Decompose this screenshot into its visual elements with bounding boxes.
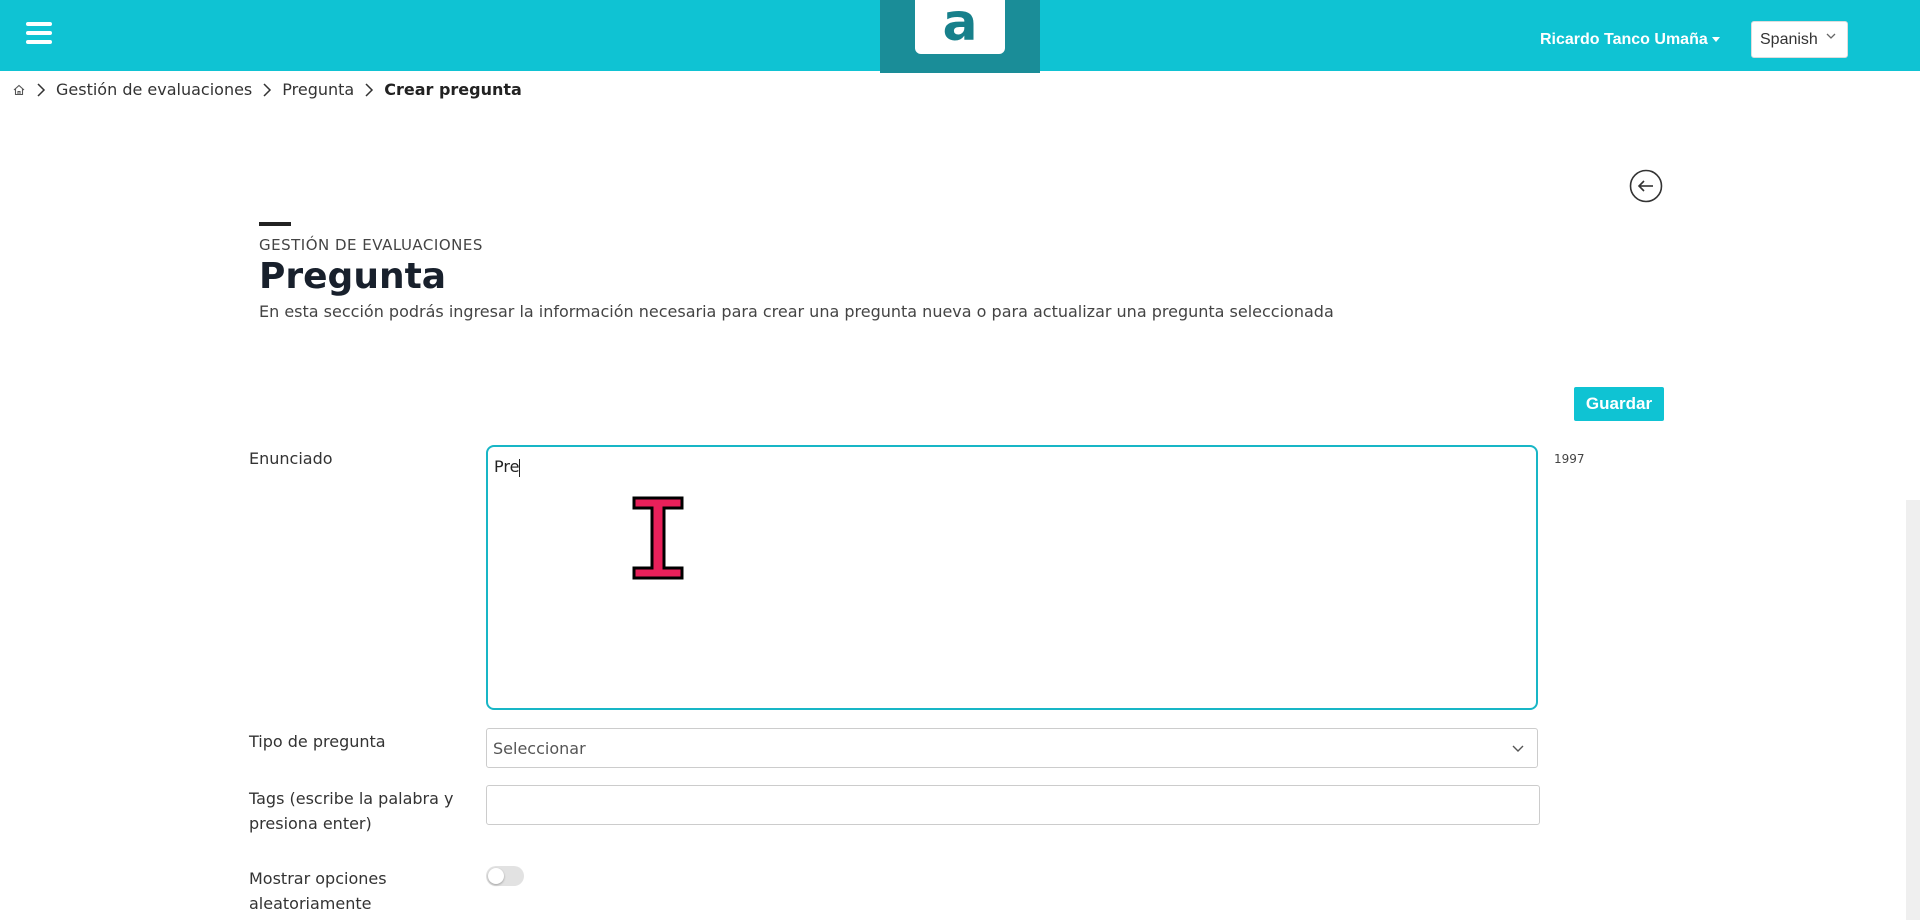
random-options-label-line-2: aleatoriamente xyxy=(249,894,372,913)
chevron-right-icon xyxy=(262,82,272,97)
page-title: Pregunta xyxy=(259,256,447,297)
menu-icon[interactable] xyxy=(26,22,52,44)
chevron-down-icon xyxy=(1826,33,1836,39)
breadcrumb-link-evaluations[interactable]: Gestión de evaluaciones xyxy=(56,80,252,99)
statement-text: Pre xyxy=(494,457,520,476)
toggle-knob xyxy=(488,868,504,884)
breadcrumb-current: Crear pregunta xyxy=(384,80,522,99)
back-arrow-icon[interactable] xyxy=(1629,169,1663,203)
page-description: En esta sección podrás ingresar la infor… xyxy=(259,302,1334,321)
statement-label: Enunciado xyxy=(249,449,333,468)
save-button[interactable]: Guardar xyxy=(1574,387,1664,421)
chevron-right-icon xyxy=(364,82,374,97)
question-type-label: Tipo de pregunta xyxy=(249,732,386,751)
user-menu[interactable]: Ricardo Tanco Umaña xyxy=(1540,31,1720,49)
language-select[interactable]: Spanish xyxy=(1751,21,1848,58)
text-caret xyxy=(519,458,521,477)
random-options-toggle[interactable] xyxy=(486,866,524,886)
breadcrumb: Gestión de evaluaciones Pregunta Crear p… xyxy=(12,80,522,99)
breadcrumb-link-question[interactable]: Pregunta xyxy=(282,80,354,99)
random-options-label-line-1: Mostrar opciones xyxy=(249,869,387,888)
title-accent-bar xyxy=(259,222,291,226)
ibeam-cursor-icon xyxy=(632,496,684,580)
logo[interactable]: a xyxy=(880,0,1040,73)
user-name: Ricardo Tanco Umaña xyxy=(1540,31,1708,48)
tags-label: Tags (escribe la palabra y presiona ente… xyxy=(249,786,453,836)
top-bar: a Ricardo Tanco Umaña Spanish xyxy=(0,0,1920,73)
section-overline: GESTIÓN DE EVALUACIONES xyxy=(259,236,483,254)
language-value: Spanish xyxy=(1760,31,1818,48)
random-options-label: Mostrar opciones aleatoriamente xyxy=(249,866,387,916)
chevron-right-icon xyxy=(36,82,46,97)
tags-label-line-2: presiona enter) xyxy=(249,814,372,833)
logo-letter: a xyxy=(915,0,1005,54)
tags-label-line-1: Tags (escribe la palabra y xyxy=(249,789,454,808)
caret-down-icon xyxy=(1711,37,1720,43)
question-type-value: Seleccionar xyxy=(493,739,586,758)
question-type-select[interactable]: Seleccionar xyxy=(486,728,1538,768)
home-icon[interactable] xyxy=(12,83,26,97)
chevron-down-icon xyxy=(1512,745,1524,752)
char-counter: 1997 xyxy=(1554,452,1585,466)
scrollbar[interactable] xyxy=(1906,500,1920,920)
tags-input[interactable] xyxy=(486,785,1540,825)
